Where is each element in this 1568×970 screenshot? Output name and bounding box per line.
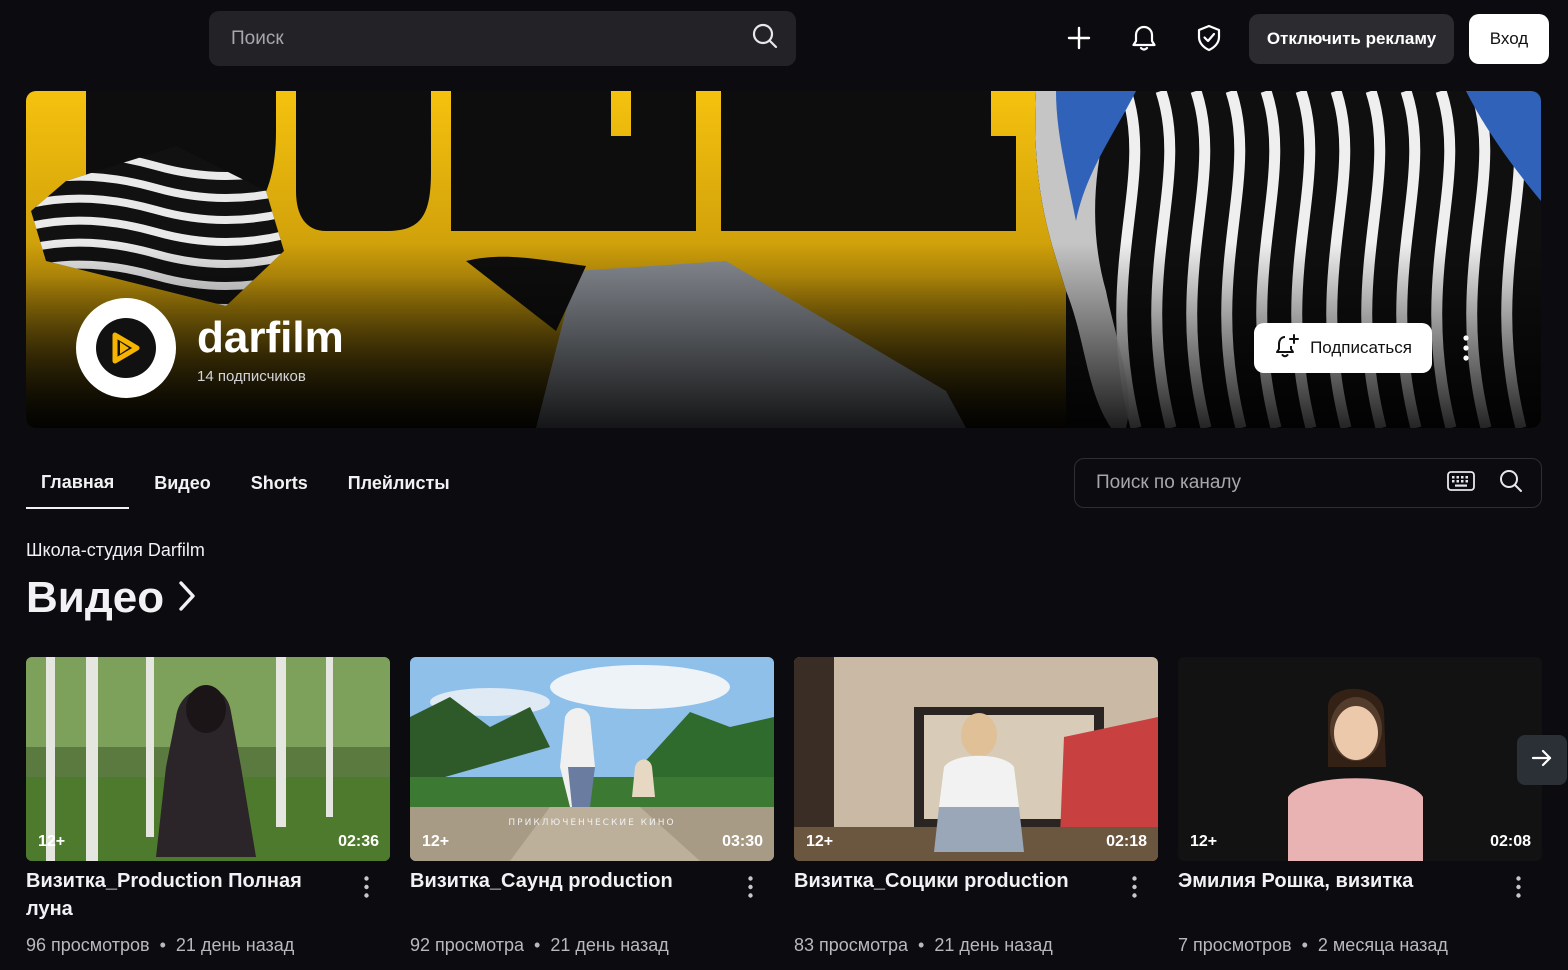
age-rating-badge: 12+: [38, 833, 66, 850]
global-search[interactable]: [209, 11, 796, 66]
bell-plus-icon: [1274, 333, 1300, 364]
login-button[interactable]: Вход: [1469, 14, 1549, 64]
duration-badge: 02:36: [338, 833, 379, 850]
age-rating-badge: 12+: [1190, 833, 1218, 850]
channel-logo-icon: [96, 318, 156, 378]
tab-shorts[interactable]: Shorts: [236, 458, 323, 509]
arrow-right-icon: [1531, 749, 1553, 772]
video-meta: 96 просмотров • 21 день назад: [26, 935, 295, 955]
subscribe-button[interactable]: Подписаться: [1254, 323, 1432, 373]
bell-icon[interactable]: [1122, 16, 1166, 60]
search-icon[interactable]: [752, 23, 778, 54]
subscriber-count: 14 подписчиков: [197, 368, 306, 385]
disable-ads-button[interactable]: Отключить рекламу: [1249, 14, 1454, 64]
duration-badge: 03:30: [722, 833, 763, 850]
search-icon[interactable]: [1499, 469, 1523, 498]
more-options-icon[interactable]: [356, 872, 376, 902]
more-options-icon[interactable]: [1124, 872, 1144, 902]
view-count: 92 просмотра: [410, 935, 525, 955]
more-options-icon[interactable]: [1453, 327, 1479, 369]
video-thumbnail[interactable]: 12+ 02:36: [26, 657, 390, 861]
channel-tabs: Главная Видео Shorts Плейлисты: [26, 458, 475, 509]
view-count: 83 просмотра: [794, 935, 909, 955]
video-card[interactable]: 12+ 02:36 Визитка_Production Полная луна…: [26, 657, 390, 955]
tab-playlists[interactable]: Плейлисты: [333, 458, 465, 509]
video-card[interactable]: ПРИКЛЮЧЕНЧЕСКИЕ КИНО 12+ 03:30 Визитка_С…: [410, 657, 774, 955]
video-thumbnail[interactable]: ПРИКЛЮЧЕНЧЕСКИЕ КИНО 12+ 03:30: [410, 657, 774, 861]
video-title[interactable]: Эмилия Рошка, визитка: [1178, 867, 1498, 895]
video-thumbnail[interactable]: 12+ 02:08: [1178, 657, 1542, 861]
video-meta: 83 просмотра • 21 день назад: [794, 935, 1053, 955]
posted-time: 21 день назад: [934, 935, 1053, 955]
duration-badge: 02:18: [1106, 833, 1147, 850]
video-card[interactable]: 12+ 02:08 Эмилия Рошка, визитка 7 просмо…: [1178, 657, 1542, 955]
age-rating-badge: 12+: [806, 833, 834, 850]
video-title[interactable]: Визитка_Саунд production: [410, 867, 730, 895]
keyboard-icon[interactable]: [1447, 470, 1475, 496]
view-count: 96 просмотров: [26, 935, 150, 955]
channel-search[interactable]: [1074, 458, 1542, 508]
tab-home[interactable]: Главная: [26, 458, 130, 509]
tab-videos[interactable]: Видео: [139, 458, 226, 509]
posted-time: 2 месяца назад: [1317, 935, 1448, 955]
posted-time: 21 день назад: [175, 935, 295, 955]
video-title[interactable]: Визитка_Production Полная луна: [26, 867, 346, 923]
video-meta: 92 просмотра • 21 день назад: [410, 935, 669, 955]
add-icon[interactable]: [1057, 16, 1101, 60]
video-card[interactable]: 12+ 02:18 Визитка_Социки production 83 п…: [794, 657, 1158, 955]
more-options-icon[interactable]: [740, 872, 760, 902]
section-title-link[interactable]: Видео: [26, 573, 196, 623]
top-bar: Отключить рекламу Вход: [0, 0, 1568, 78]
view-count: 7 просмотров: [1178, 935, 1292, 955]
thumbnail-overlay-text: ПРИКЛЮЧЕНЧЕСКИЕ КИНО: [508, 818, 675, 828]
section-title: Видео: [26, 573, 165, 622]
shield-icon[interactable]: [1187, 16, 1231, 60]
video-title[interactable]: Визитка_Социки production: [794, 867, 1114, 895]
avatar[interactable]: [76, 298, 176, 398]
channel-name: darfilm: [197, 313, 344, 362]
search-input[interactable]: [231, 27, 752, 50]
chevron-right-icon: [178, 573, 196, 623]
channel-banner: darfilm 14 подписчиков Подписаться: [26, 91, 1541, 428]
video-meta: 7 просмотров • 2 месяца назад: [1178, 935, 1448, 955]
duration-badge: 02:08: [1490, 833, 1531, 850]
posted-time: 21 день назад: [550, 935, 669, 955]
carousel-next-button[interactable]: [1517, 735, 1567, 785]
channel-search-input[interactable]: [1096, 472, 1447, 494]
video-thumbnail[interactable]: 12+ 02:18: [794, 657, 1158, 861]
more-options-icon[interactable]: [1508, 872, 1528, 902]
age-rating-badge: 12+: [422, 833, 450, 850]
subscribe-label: Подписаться: [1310, 338, 1412, 357]
section-subtitle: Школа-студия Darfilm: [26, 540, 205, 560]
